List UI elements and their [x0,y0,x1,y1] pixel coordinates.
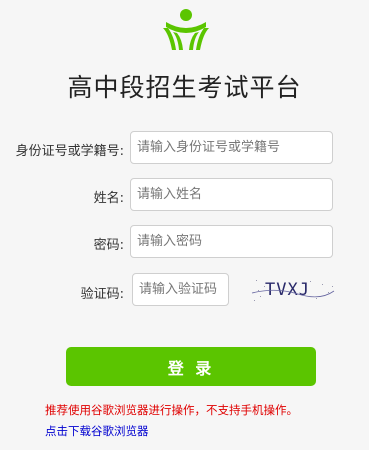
id-number-input[interactable] [130,131,333,164]
password-label: 密码: [93,238,124,253]
id-number-label: 身份证号或学籍号: [15,144,124,159]
name-label: 姓名: [93,191,124,206]
captcha-input[interactable] [132,273,229,306]
captcha-image[interactable]: TVXJ [250,272,336,306]
password-input[interactable] [130,225,333,258]
login-button[interactable]: 登 录 [66,347,316,386]
download-chrome-link[interactable]: 点击下载谷歌浏览器 [45,423,149,439]
captcha-label: 验证码: [80,287,124,302]
browser-notice: 推荐使用谷歌浏览器进行操作，不支持手机操作。 [45,403,298,417]
page-title: 高中段招生考试平台 [67,73,302,102]
site-logo-icon [160,6,212,52]
name-input[interactable] [130,178,333,211]
